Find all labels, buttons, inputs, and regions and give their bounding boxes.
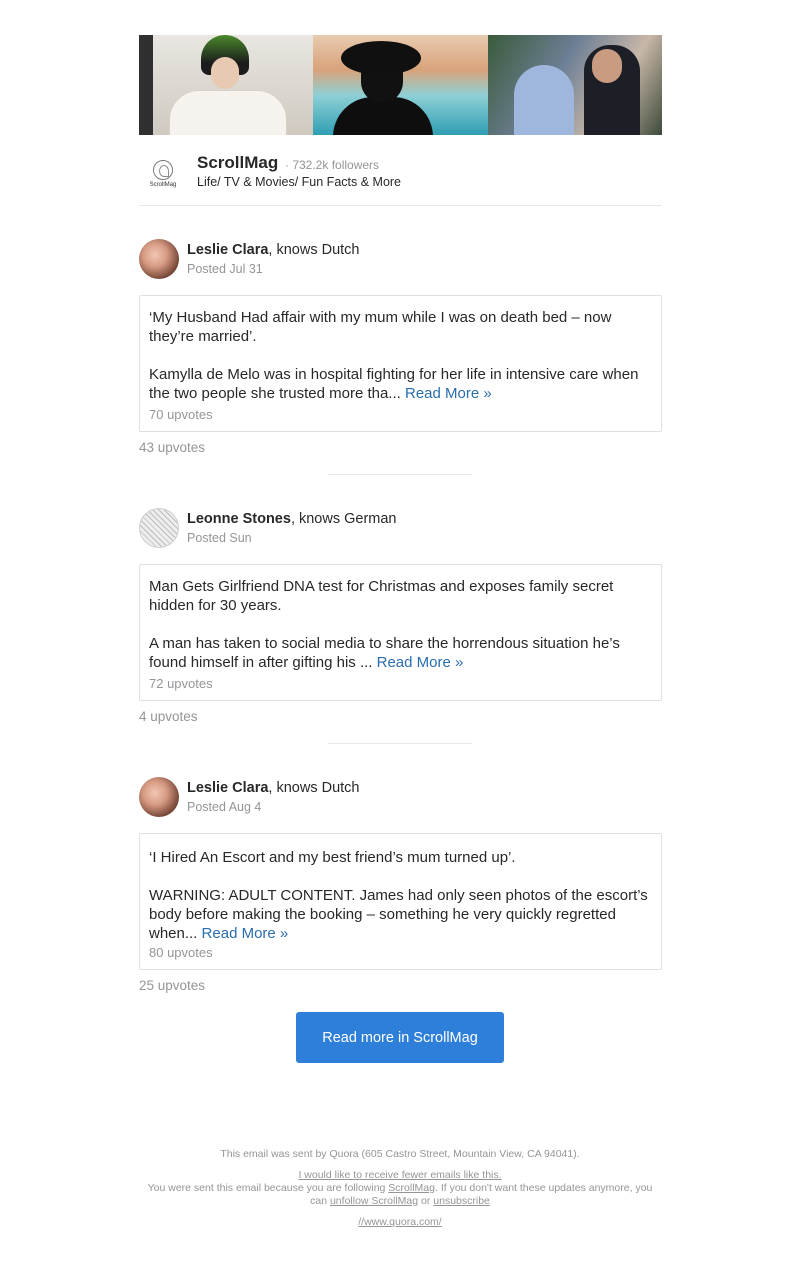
banner-image-2 [313, 35, 488, 135]
card-upvote-count: 70 upvotes [149, 407, 213, 422]
post-upvote-count: 43 upvotes [139, 440, 206, 455]
unfollow-link[interactable]: unfollow ScrollMag [330, 1195, 418, 1207]
author-avatar[interactable] [139, 777, 179, 817]
author-name[interactable]: Leslie Clara [187, 780, 268, 796]
author-avatar[interactable] [139, 508, 179, 548]
post-upvote-count: 4 upvotes [139, 709, 198, 724]
answer-headline: ‘I Hired An Escort and my best friend’s … [149, 849, 516, 866]
author-credential: , knows Dutch [268, 780, 360, 796]
read-more-in-publication-button[interactable]: Read more in ScrollMag [296, 1012, 504, 1063]
publication-banner [139, 35, 662, 135]
answer-excerpt: WARNING: ADULT CONTENT. James had only s… [149, 886, 654, 943]
read-more-link[interactable]: Read More » [377, 654, 464, 671]
following-publication-link[interactable]: ScrollMag [388, 1182, 435, 1194]
author-avatar[interactable] [139, 239, 179, 279]
publication-description: Life/ TV & Movies/ Fun Facts & More [197, 175, 402, 189]
author-name[interactable]: Leonne Stones [187, 511, 291, 527]
card-upvote-count: 72 upvotes [149, 676, 213, 691]
unsubscribe-link[interactable]: unsubscribe [433, 1195, 490, 1207]
banner-image-3 [487, 35, 662, 135]
card-upvote-count: 80 upvotes [149, 945, 213, 960]
post-date: Posted Sun [187, 531, 252, 545]
footer-sent-by: This email was sent by Quora (605 Castro… [220, 1148, 580, 1160]
post-divider [328, 743, 472, 744]
publication-logo[interactable]: ScrollMag [147, 160, 179, 192]
post-divider [328, 474, 472, 475]
author-line: Leslie Clara, knows Dutch [187, 242, 360, 258]
shared-answer-card[interactable]: ‘I Hired An Escort and my best friend’s … [139, 833, 662, 970]
footer-reason-suffix: . If you don't want these updates anymor… [434, 1182, 653, 1194]
publication-logo-text: ScrollMag [149, 182, 177, 188]
publication-followers: · 732.2k followers [285, 158, 380, 172]
author-line: Leonne Stones, knows German [187, 511, 397, 527]
footer-reason-line2: can [310, 1195, 330, 1207]
author-credential: , knows Dutch [268, 242, 360, 258]
footer-or: or [418, 1195, 434, 1207]
footer-reason-prefix: You were sent this email because you are… [147, 1182, 389, 1194]
publication-name[interactable]: ScrollMag [197, 153, 278, 173]
answer-excerpt: A man has taken to social media to share… [149, 634, 654, 672]
post-date: Posted Aug 4 [187, 800, 262, 814]
publication-header: ScrollMag ScrollMag · 732.2k followers L… [139, 150, 662, 206]
fewer-emails-link[interactable]: I would like to receive fewer emails lik… [298, 1169, 501, 1181]
footer-fewer-emails: I would like to receive fewer emails lik… [0, 1169, 800, 1182]
post-upvote-count: 25 upvotes [139, 978, 206, 993]
banner-image-1 [139, 35, 314, 135]
author-line: Leslie Clara, knows Dutch [187, 780, 360, 796]
shared-answer-card[interactable]: Man Gets Girlfriend DNA test for Christm… [139, 564, 662, 701]
read-more-link[interactable]: Read More » [202, 925, 289, 942]
answer-excerpt: Kamylla de Melo was in hospital fighting… [149, 365, 654, 403]
shared-answer-card[interactable]: ‘My Husband Had affair with my mum while… [139, 295, 662, 432]
post-date: Posted Jul 31 [187, 262, 263, 276]
author-name[interactable]: Leslie Clara [187, 242, 268, 258]
answer-headline: ‘My Husband Had affair with my mum while… [149, 309, 612, 345]
answer-headline: Man Gets Girlfriend DNA test for Christm… [149, 578, 614, 614]
read-more-link[interactable]: Read More » [405, 385, 492, 402]
author-credential: , knows German [290, 511, 397, 527]
footer-site: //www.quora.com/ [0, 1216, 800, 1229]
quora-site-link[interactable]: //www.quora.com/ [358, 1216, 441, 1228]
footer-reason: You were sent this email because you are… [0, 1182, 800, 1208]
scroll-logo-icon [153, 160, 173, 180]
answer-excerpt-text: Kamylla de Melo was in hospital fighting… [149, 366, 639, 402]
